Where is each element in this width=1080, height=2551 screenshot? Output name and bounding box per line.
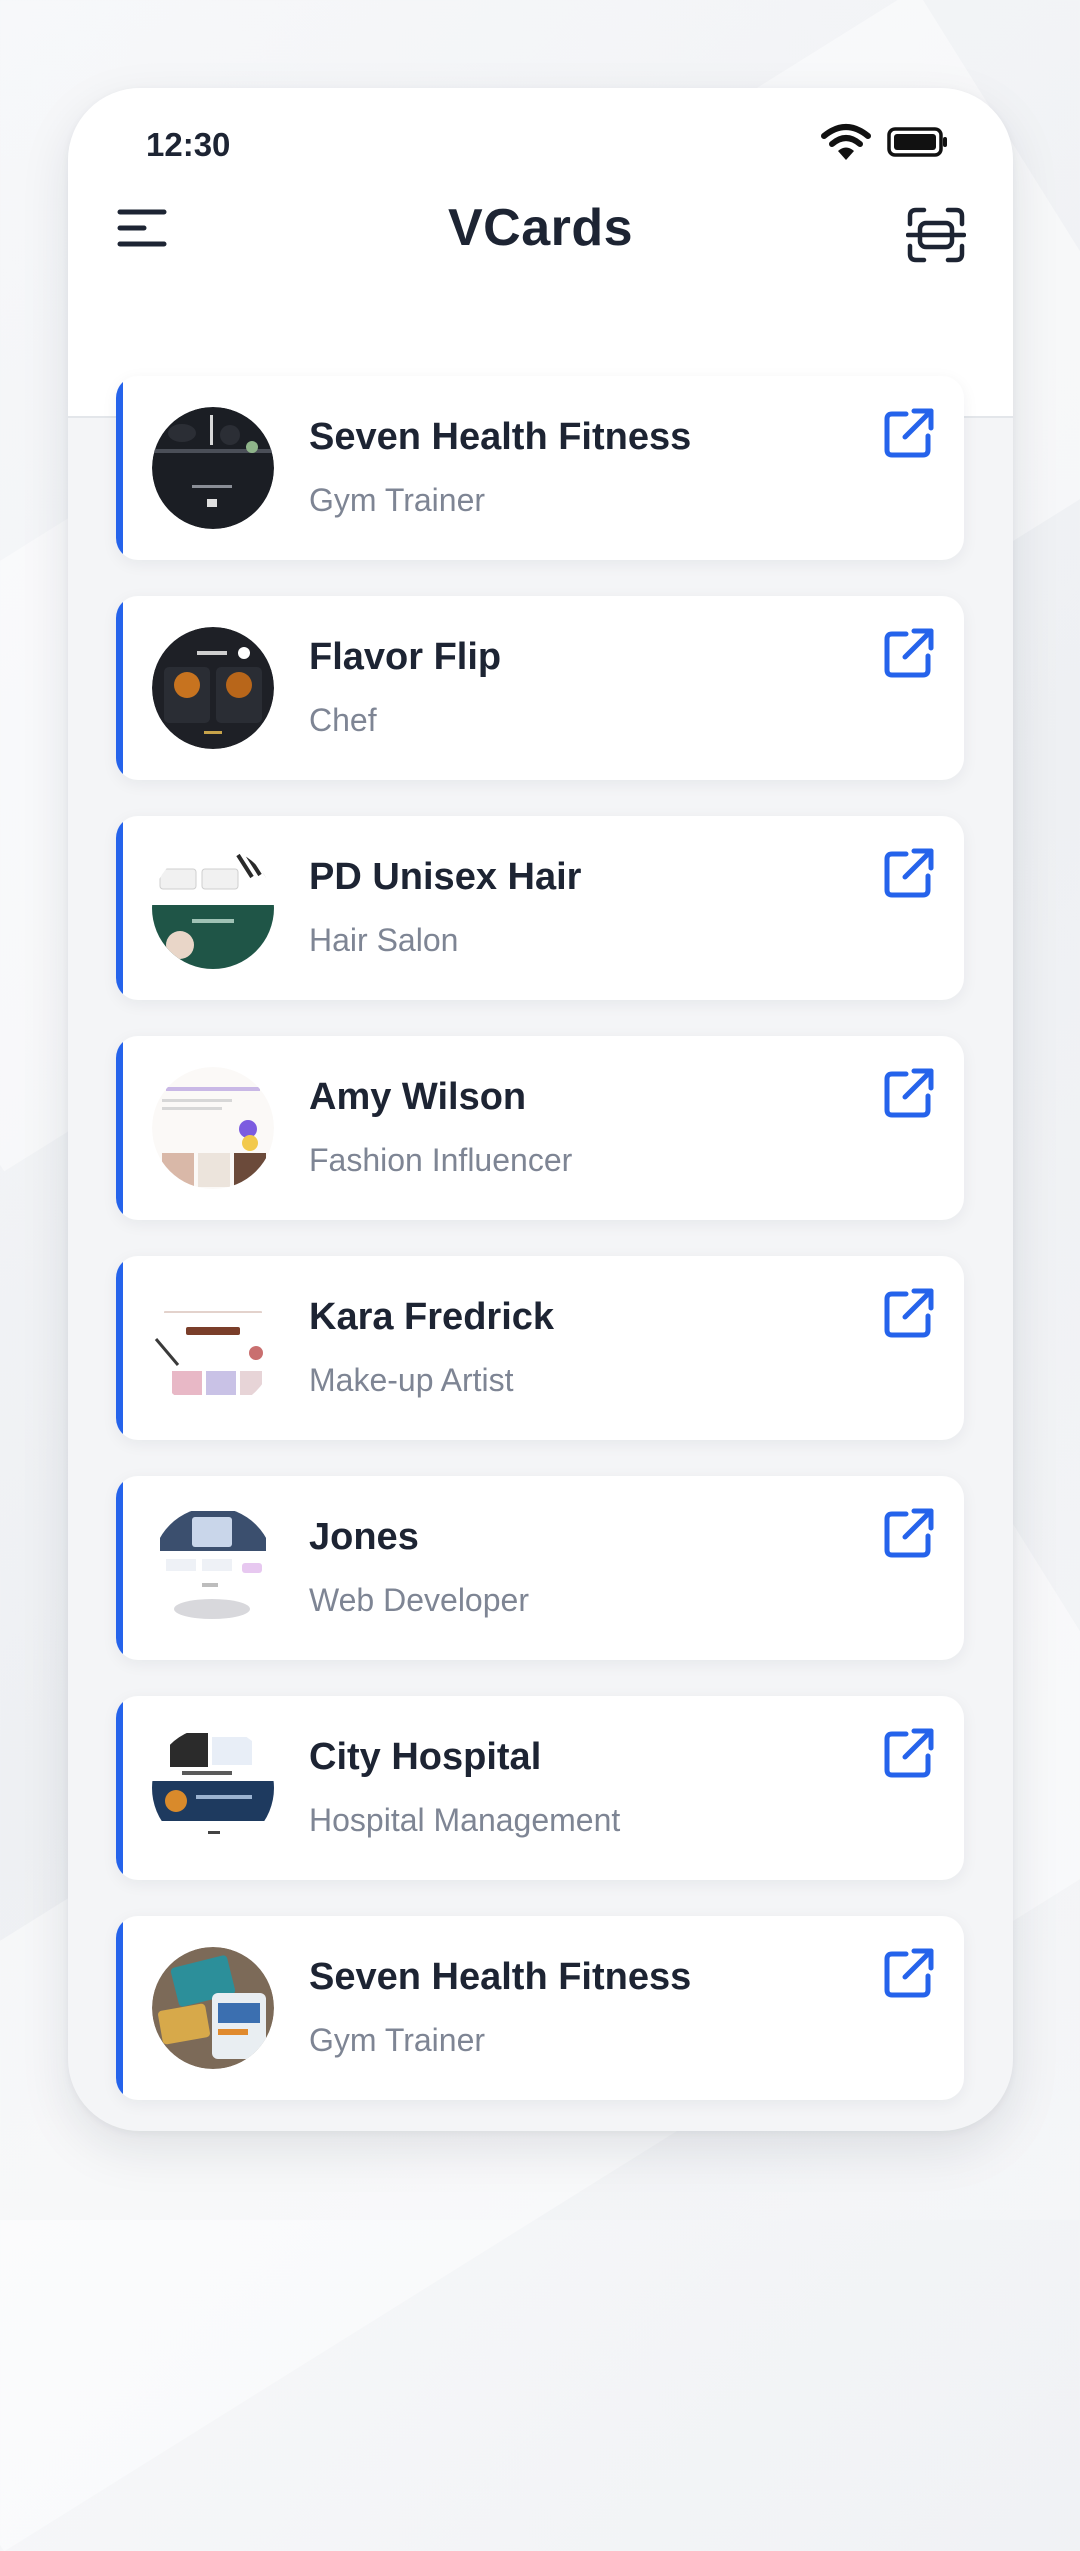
vcard-name: Flavor Flip [309,636,502,678]
external-link-icon[interactable] [882,1946,936,2000]
vcard-role: Fashion Influencer [309,1142,573,1178]
vcard-role: Make-up Artist [309,1362,514,1398]
page-title: VCards [447,199,634,257]
vcard-thumbnail [152,847,274,969]
vcard-thumbnail [152,1287,274,1409]
status-bar: 12:30 [68,88,1013,198]
card-accent-bar [116,1476,123,1660]
battery-icon [887,127,947,157]
vcard-role: Web Developer [309,1582,529,1618]
card-accent-bar [116,1696,123,1880]
vcard-name: Amy Wilson [309,1076,527,1118]
vcard-role: Gym Trainer [309,482,486,518]
vcard-item[interactable]: Seven Health Fitness Gym Trainer [116,1916,964,2100]
external-link-icon[interactable] [882,846,936,900]
vcard-name: Seven Health Fitness [309,1956,692,1998]
vcard-thumbnail [152,1507,274,1629]
external-link-icon[interactable] [882,1066,936,1120]
wifi-icon [821,124,871,160]
vcard-item[interactable]: Flavor Flip Chef [116,596,964,780]
vcard-name: City Hospital [309,1736,542,1778]
card-accent-bar [116,596,123,780]
external-link-icon[interactable] [882,626,936,680]
vcard-name: PD Unisex Hair [309,856,582,898]
card-accent-bar [116,1916,123,2100]
vcard-thumbnail [152,627,274,749]
card-accent-bar [116,376,123,560]
vcard-thumbnail [152,1067,274,1189]
external-link-icon[interactable] [882,1506,936,1560]
vcard-name: Jones [309,1516,419,1558]
vcard-item[interactable]: City Hospital Hospital Management [116,1696,964,1880]
status-time: 12:30 [146,126,231,163]
scan-icon[interactable] [906,206,966,264]
vcard-item[interactable]: Kara Fredrick Make-up Artist [116,1256,964,1440]
vcard-item[interactable]: Amy Wilson Fashion Influencer [116,1036,964,1220]
vcard-role: Hospital Management [309,1802,621,1838]
external-link-icon[interactable] [882,406,936,460]
phone-frame: 12:30 VCards Seven Health Fitness Gym Tr… [68,88,1013,2131]
external-link-icon[interactable] [882,1286,936,1340]
vcard-role: Hair Salon [309,922,459,958]
vcard-name: Seven Health Fitness [309,416,692,458]
vcard-thumbnail [152,1947,274,2069]
vcard-item[interactable]: Seven Health Fitness Gym Trainer [116,376,964,560]
vcard-name: Kara Fredrick [309,1296,555,1338]
card-accent-bar [116,816,123,1000]
card-accent-bar [116,1256,123,1440]
vcard-thumbnail [152,1727,274,1849]
vcard-role: Chef [309,702,377,738]
vcard-role: Gym Trainer [309,2022,486,2058]
vcard-item[interactable]: Jones Web Developer [116,1476,964,1660]
card-accent-bar [116,1036,123,1220]
external-link-icon[interactable] [882,1726,936,1780]
vcard-thumbnail [152,407,274,529]
vcard-item[interactable]: PD Unisex Hair Hair Salon [116,816,964,1000]
